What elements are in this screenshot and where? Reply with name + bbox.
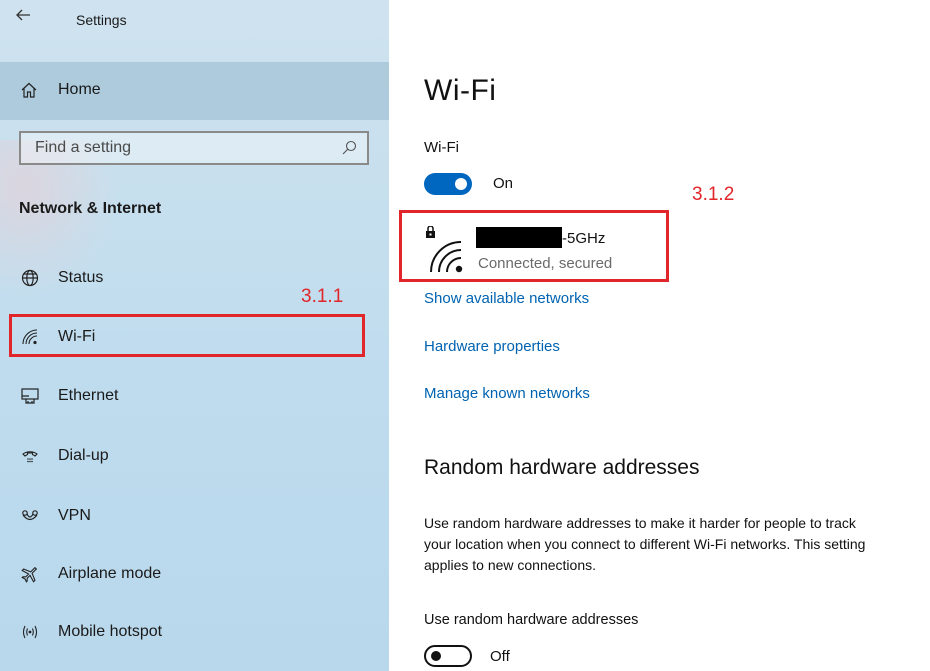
sidebar-item-ethernet[interactable]: Ethernet <box>0 372 389 422</box>
title-bar: Settings <box>0 0 389 40</box>
sidebar-item-label: Dial-up <box>58 447 109 464</box>
random-hw-description: Use random hardware addresses to make it… <box>424 513 930 576</box>
wifi-toggle-state: On <box>493 175 514 192</box>
sidebar-item-label: Airplane mode <box>58 565 162 582</box>
page-title: Wi-Fi <box>424 74 497 107</box>
home-icon <box>21 82 37 98</box>
ethernet-icon <box>21 388 39 404</box>
search-box[interactable] <box>19 131 369 165</box>
wifi-toggle[interactable] <box>424 173 472 195</box>
sidebar-item-label: Home <box>58 81 101 98</box>
random-hw-toggle-label: Use random hardware addresses <box>424 612 639 628</box>
section-title: Network & Internet <box>19 200 162 217</box>
sidebar-item-label: Status <box>58 269 104 286</box>
back-button[interactable] <box>14 6 38 32</box>
airplane-icon <box>21 566 38 583</box>
hardware-properties-link[interactable]: Hardware properties <box>424 338 560 355</box>
show-available-networks-link[interactable]: Show available networks <box>424 290 589 307</box>
toggle-knob <box>431 651 441 661</box>
sidebar-item-mobile-hotspot[interactable]: Mobile hotspot <box>0 608 389 658</box>
sidebar-item-airplane-mode[interactable]: Airplane mode <box>0 550 389 600</box>
vpn-icon <box>22 510 38 521</box>
section-heading: Random hardware addresses <box>424 456 700 479</box>
annotation-box-network <box>399 210 669 282</box>
search-icon[interactable] <box>341 140 357 156</box>
sidebar-item-home[interactable]: Home <box>0 62 389 120</box>
description-line: applies to new connections. <box>424 557 596 573</box>
annotation-label: 3.1.2 <box>692 184 735 205</box>
sidebar-item-vpn[interactable]: VPN <box>0 492 389 542</box>
wifi-toggle-label: Wi-Fi <box>424 139 459 156</box>
hotspot-icon <box>22 625 38 639</box>
manage-known-networks-link[interactable]: Manage known networks <box>424 385 590 402</box>
annotation-box-sidebar-wifi <box>9 314 365 357</box>
random-hw-toggle-state: Off <box>490 648 510 665</box>
dialup-icon <box>22 451 38 463</box>
description-line: your location when you connect to differ… <box>424 536 866 552</box>
window-title: Settings <box>76 12 127 28</box>
sidebar-item-label: Mobile hotspot <box>58 623 163 640</box>
annotation-label: 3.1.1 <box>301 286 344 307</box>
random-hw-toggle[interactable] <box>424 645 472 667</box>
back-arrow-icon <box>16 9 30 21</box>
search-input[interactable] <box>35 139 325 157</box>
toggle-knob <box>455 178 467 190</box>
sidebar-item-dialup[interactable]: Dial-up <box>0 432 389 482</box>
globe-icon <box>21 269 39 287</box>
sidebar-item-label: Ethernet <box>58 387 119 404</box>
description-line: Use random hardware addresses to make it… <box>424 515 856 531</box>
sidebar-item-label: VPN <box>58 507 91 524</box>
